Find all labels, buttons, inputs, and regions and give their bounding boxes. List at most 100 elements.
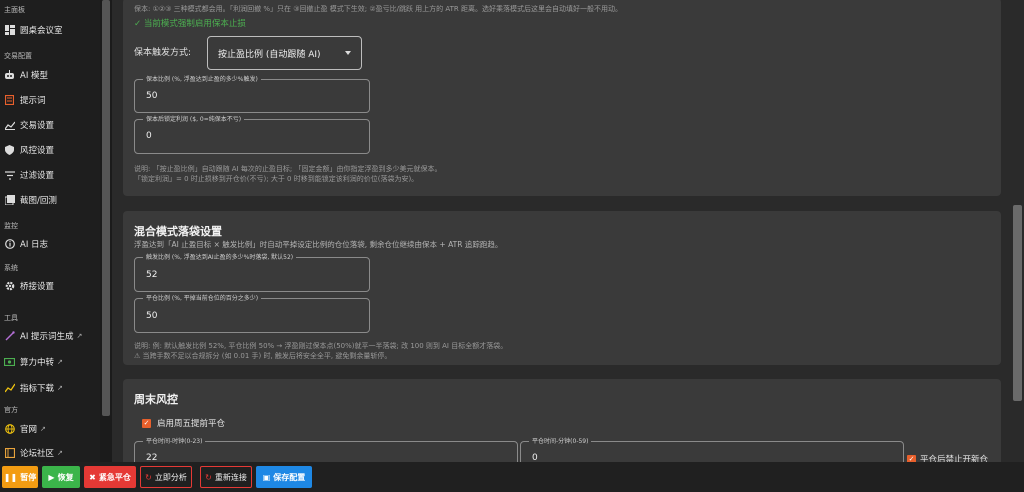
sidebar-scroll-thumb[interactable] <box>102 0 110 416</box>
pause-button[interactable]: ❚❚ 暂停 <box>2 466 38 488</box>
sidebar-item-risk-settings[interactable]: 风控设置 <box>0 138 100 162</box>
sidebar-item-forum[interactable]: 论坛社区 ↗ <box>0 441 100 462</box>
pause-label: 暂停 <box>20 472 37 482</box>
close-minute-field[interactable]: 平仓时间-分钟(0-59) 0 <box>520 437 904 462</box>
resume-label: 恢复 <box>57 472 74 482</box>
sidebar-item-prompt[interactable]: 提示词 <box>0 88 100 112</box>
friday-close-checkbox[interactable]: ✓ 启用周五提前平仓 <box>142 417 225 429</box>
save-config-button[interactable]: ▣ 保存配置 <box>256 466 312 488</box>
dashboard-icon <box>4 25 15 36</box>
bottom-toolbar: ❚❚ 暂停 ▶ 恢复 ✖ 紧急平仓 ↻ 立即分析 ↻ 重新连接 ▣ 保存配置 <box>0 462 1024 492</box>
external-link-icon: ↗ <box>57 449 63 457</box>
close-minute-value: 0 <box>532 453 538 462</box>
document-icon <box>4 95 15 106</box>
trigger-mode-label: 保本触发方式: <box>134 48 192 58</box>
magic-wand-icon <box>4 331 15 342</box>
sidebar-item-prompt-gen[interactable]: AI 提示词生成 ↗ <box>0 324 100 348</box>
sidebar-item-trade-settings[interactable]: 交易设置 <box>0 113 100 137</box>
sidebar-item-label: 算力中转 <box>20 358 55 368</box>
emergency-close-button[interactable]: ✖ 紧急平仓 <box>84 466 136 488</box>
analyze-label: 立即分析 <box>154 472 187 482</box>
sidebar-item-ai-model[interactable]: AI 模型 <box>0 63 100 87</box>
no-new-position-label: 平仓后禁止开新仓 <box>920 455 989 462</box>
sidebar-item-label: 风控设置 <box>20 146 55 156</box>
robot-icon <box>4 70 15 81</box>
app-root: 主面板 圆桌会议室 交易配置 AI 模型 提示词 交易设置 风控设置 过滤设置 <box>0 0 1024 492</box>
lock-profit-field[interactable]: 保本后锁定利润 ($, 0=纯保本不亏) 0 <box>134 115 370 154</box>
sidebar-item-filter-settings[interactable]: 过滤设置 <box>0 163 100 187</box>
breakeven-ratio-field[interactable]: 保本比例 (%, 浮盈达到止盈的多少%触发) 50 <box>134 75 370 113</box>
hybrid-trigger-label: 触发比例 (%, 浮盈达到AI止盈的多少%时落袋, 默认52) <box>143 253 297 262</box>
sidebar-item-label: 论坛社区 <box>20 449 55 459</box>
hybrid-title: 混合模式落袋设置 <box>134 225 222 238</box>
gallery-icon <box>4 195 15 206</box>
sidebar-item-label: 桥接设置 <box>20 282 55 292</box>
main-scrollbar[interactable] <box>1011 0 1024 462</box>
breakeven-note-top: 保本: ①②③ 三种模式都会用。「利润回撤 %」只在 ③回撤止盈 模式下生效; … <box>134 5 623 13</box>
external-link-icon: ↗ <box>76 332 83 340</box>
sidebar-item-bridge-settings[interactable]: 桥接设置 <box>0 274 100 298</box>
reconnect-label: 重新连接 <box>214 472 247 482</box>
play-icon: ▶ <box>48 472 55 482</box>
trend-icon <box>4 383 15 394</box>
sidebar-item-label: 过滤设置 <box>20 171 55 181</box>
hybrid-trigger-value: 52 <box>146 270 158 280</box>
sidebar-item-compute-relay[interactable]: 算力中转 ↗ <box>0 350 100 374</box>
sidebar-item-label: 提示词 <box>20 96 46 106</box>
sidebar-item-label: AI 日志 <box>20 240 49 250</box>
section-monitor: 监控 <box>4 222 18 230</box>
checkbox-checked-icon: ✓ <box>142 418 151 428</box>
close-hour-label: 平仓时间-时钟(0-23) <box>143 437 206 446</box>
filter-icon <box>4 170 15 181</box>
weekend-title: 周末风控 <box>134 393 178 406</box>
friday-close-label: 启用周五提前平仓 <box>157 419 226 429</box>
gear-icon <box>4 281 15 292</box>
sidebar: 主面板 圆桌会议室 交易配置 AI 模型 提示词 交易设置 风控设置 过滤设置 <box>0 0 100 462</box>
external-link-icon: ↗ <box>40 425 46 433</box>
external-link-icon: ↗ <box>57 384 63 392</box>
sidebar-item-label: 圆桌会议室 <box>20 26 63 36</box>
hybrid-close-field[interactable]: 平仓比例 (%, 平掉当前仓位的百分之多少) 50 <box>134 294 370 333</box>
section-tools: 工具 <box>4 314 18 322</box>
lock-profit-label: 保本后锁定利润 ($, 0=纯保本不亏) <box>143 115 245 124</box>
close-hour-value: 22 <box>146 453 158 462</box>
main-scroll-thumb[interactable] <box>1013 205 1022 401</box>
trigger-mode-value: 按止盈比例 (自动跟随 AI) <box>218 49 321 60</box>
book-icon <box>4 448 15 459</box>
reconnect-button[interactable]: ↻ 重新连接 <box>200 466 252 488</box>
close-minute-label: 平仓时间-分钟(0-59) <box>529 437 592 446</box>
hybrid-trigger-field[interactable]: 触发比例 (%, 浮盈达到AI止盈的多少%时落袋, 默认52) 52 <box>134 253 370 292</box>
trigger-mode-select[interactable]: 按止盈比例 (自动跟随 AI) <box>207 36 362 70</box>
resume-button[interactable]: ▶ 恢复 <box>42 466 80 488</box>
save-label: 保存配置 <box>273 472 306 482</box>
close-hour-field[interactable]: 平仓时间-时钟(0-23) 22 <box>134 437 518 462</box>
sidebar-item-indicator-download[interactable]: 指标下载 ↗ <box>0 376 100 400</box>
breakeven-card: 保本: ①②③ 三种模式都会用。「利润回撤 %」只在 ③回撤止盈 模式下生效; … <box>123 0 1001 196</box>
globe-icon <box>4 424 15 435</box>
hybrid-close-label: 平仓比例 (%, 平掉当前仓位的百分之多少) <box>143 294 262 303</box>
main-content: 保本: ①②③ 三种模式都会用。「利润回撤 %」只在 ③回撤止盈 模式下生效; … <box>113 0 1011 462</box>
hybrid-card: 混合模式落袋设置 浮盈达到「AI 止盈目标 × 触发比例」时自动平掉设定比例的仓… <box>123 211 1001 365</box>
info-icon <box>4 239 15 250</box>
breakeven-ratio-value: 50 <box>146 91 158 101</box>
chevron-down-icon <box>345 51 351 55</box>
hybrid-note-2: ⚠ 当跨手数不足以合规拆分 (如 0.01 手) 时, 触发后将安全全平, 避免… <box>134 352 392 360</box>
analyze-now-button[interactable]: ↻ 立即分析 <box>140 466 192 488</box>
sidebar-item-ai-log[interactable]: AI 日志 <box>0 232 100 256</box>
sidebar-item-label: AI 模型 <box>20 71 49 81</box>
sidebar-item-roundtable[interactable]: 圆桌会议室 <box>0 18 100 42</box>
hybrid-desc: 浮盈达到「AI 止盈目标 × 触发比例」时自动平掉设定比例的仓位落袋, 剩余仓位… <box>134 240 503 249</box>
external-link-icon: ↗ <box>57 358 63 366</box>
emergency-label: 紧急平仓 <box>98 472 131 482</box>
refresh-icon: ↻ <box>145 472 152 482</box>
breakeven-note-1: 说明: 「按止盈比例」自动跟随 AI 每次的止盈目标; 「固定金额」由你指定浮盈… <box>134 165 442 173</box>
breakeven-note-2: 「锁定利润」= 0 时止损移到开仓价(不亏); 大于 0 时移到能锁定该利润的价… <box>134 175 419 183</box>
sidebar-item-website[interactable]: 官网 ↗ <box>0 417 100 441</box>
hybrid-close-value: 50 <box>146 311 158 321</box>
no-new-position-checkbox[interactable]: ✓ 平仓后禁止开新仓 <box>907 453 988 462</box>
save-icon: ▣ <box>262 472 271 482</box>
sidebar-item-label: 官网 <box>20 425 38 435</box>
sidebar-scrollbar[interactable] <box>100 0 112 462</box>
sidebar-item-label: 指标下载 <box>20 384 55 394</box>
sidebar-item-screenshot-backtest[interactable]: 截图/回测 <box>0 188 100 212</box>
